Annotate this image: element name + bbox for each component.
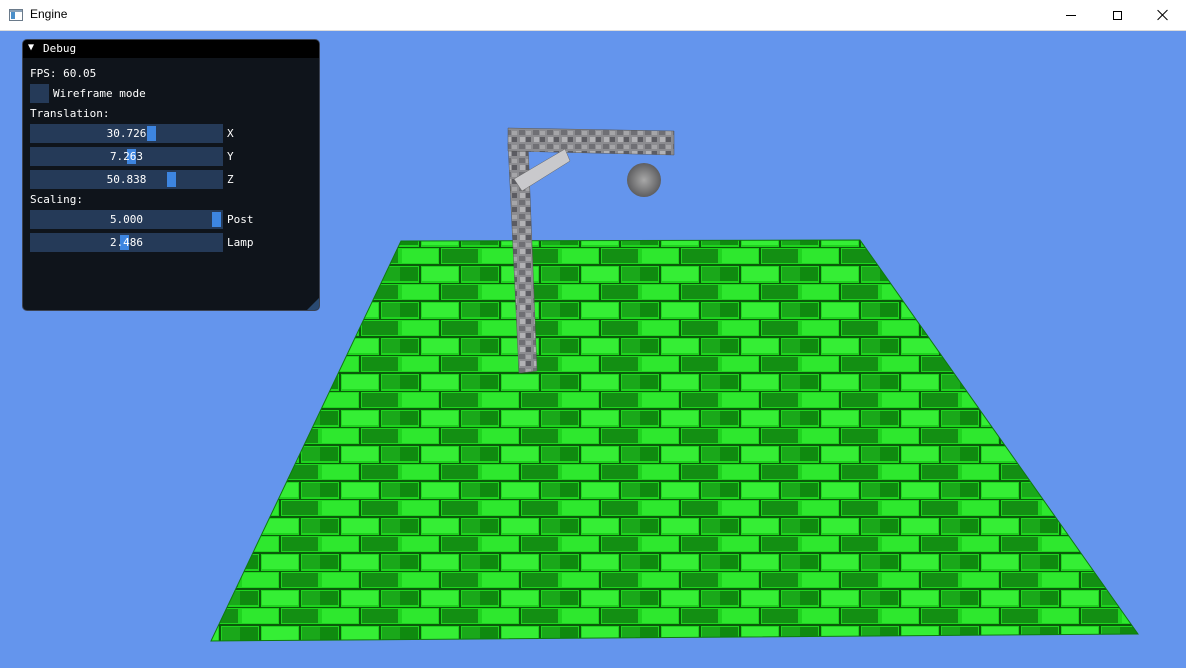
minimize-button[interactable] [1048, 0, 1094, 30]
translation-y-label: Y [227, 150, 234, 163]
scaling-label: Scaling: [30, 193, 83, 206]
slider-value: 50.838 [106, 173, 147, 186]
brick-floor [210, 239, 1139, 642]
debug-panel-title: Debug [43, 42, 77, 55]
window-app-icon [9, 9, 23, 21]
window-title: Engine [30, 7, 68, 21]
translation-x-label: X [227, 127, 234, 140]
close-icon [1157, 9, 1169, 21]
debug-panel[interactable]: ▼ Debug FPS: 60.05 Wireframe mode Transl… [22, 39, 320, 311]
wireframe-checkbox[interactable] [30, 84, 49, 103]
translation-z-slider[interactable]: 50.838 [30, 170, 223, 189]
scaling-lamp-label: Lamp [227, 236, 254, 249]
lamp-post-arm [507, 127, 675, 156]
slider-value: 2.486 [109, 236, 144, 249]
wireframe-label: Wireframe mode [53, 87, 146, 100]
scaling-post-slider[interactable]: 5.000 [30, 210, 223, 229]
scaling-lamp-slider[interactable]: 2.486 [30, 233, 223, 252]
fps-label: FPS: [30, 67, 57, 80]
close-button[interactable] [1140, 0, 1186, 30]
fps-value: 60.05 [63, 67, 97, 80]
slider-value: 30.726 [106, 127, 147, 140]
translation-z-label: Z [227, 173, 234, 186]
fps-readout: FPS: 60.05 [30, 67, 96, 80]
maximize-icon [1112, 10, 1122, 20]
scaling-post-label: Post [227, 213, 254, 226]
translation-y-slider[interactable]: 7.263 [30, 147, 223, 166]
minimize-icon [1066, 14, 1076, 16]
title-bar: Engine [0, 0, 1186, 31]
translation-x-slider[interactable]: 30.726 [30, 124, 223, 143]
slider-value: 7.263 [109, 150, 144, 163]
slider-value: 5.000 [109, 213, 144, 226]
lamp-sphere [627, 163, 661, 197]
collapse-triangle-icon[interactable]: ▼ [28, 42, 34, 53]
resize-grip-icon[interactable] [307, 298, 319, 310]
debug-panel-header[interactable]: ▼ Debug [23, 40, 319, 58]
translation-label: Translation: [30, 107, 110, 120]
maximize-button[interactable] [1094, 0, 1140, 30]
